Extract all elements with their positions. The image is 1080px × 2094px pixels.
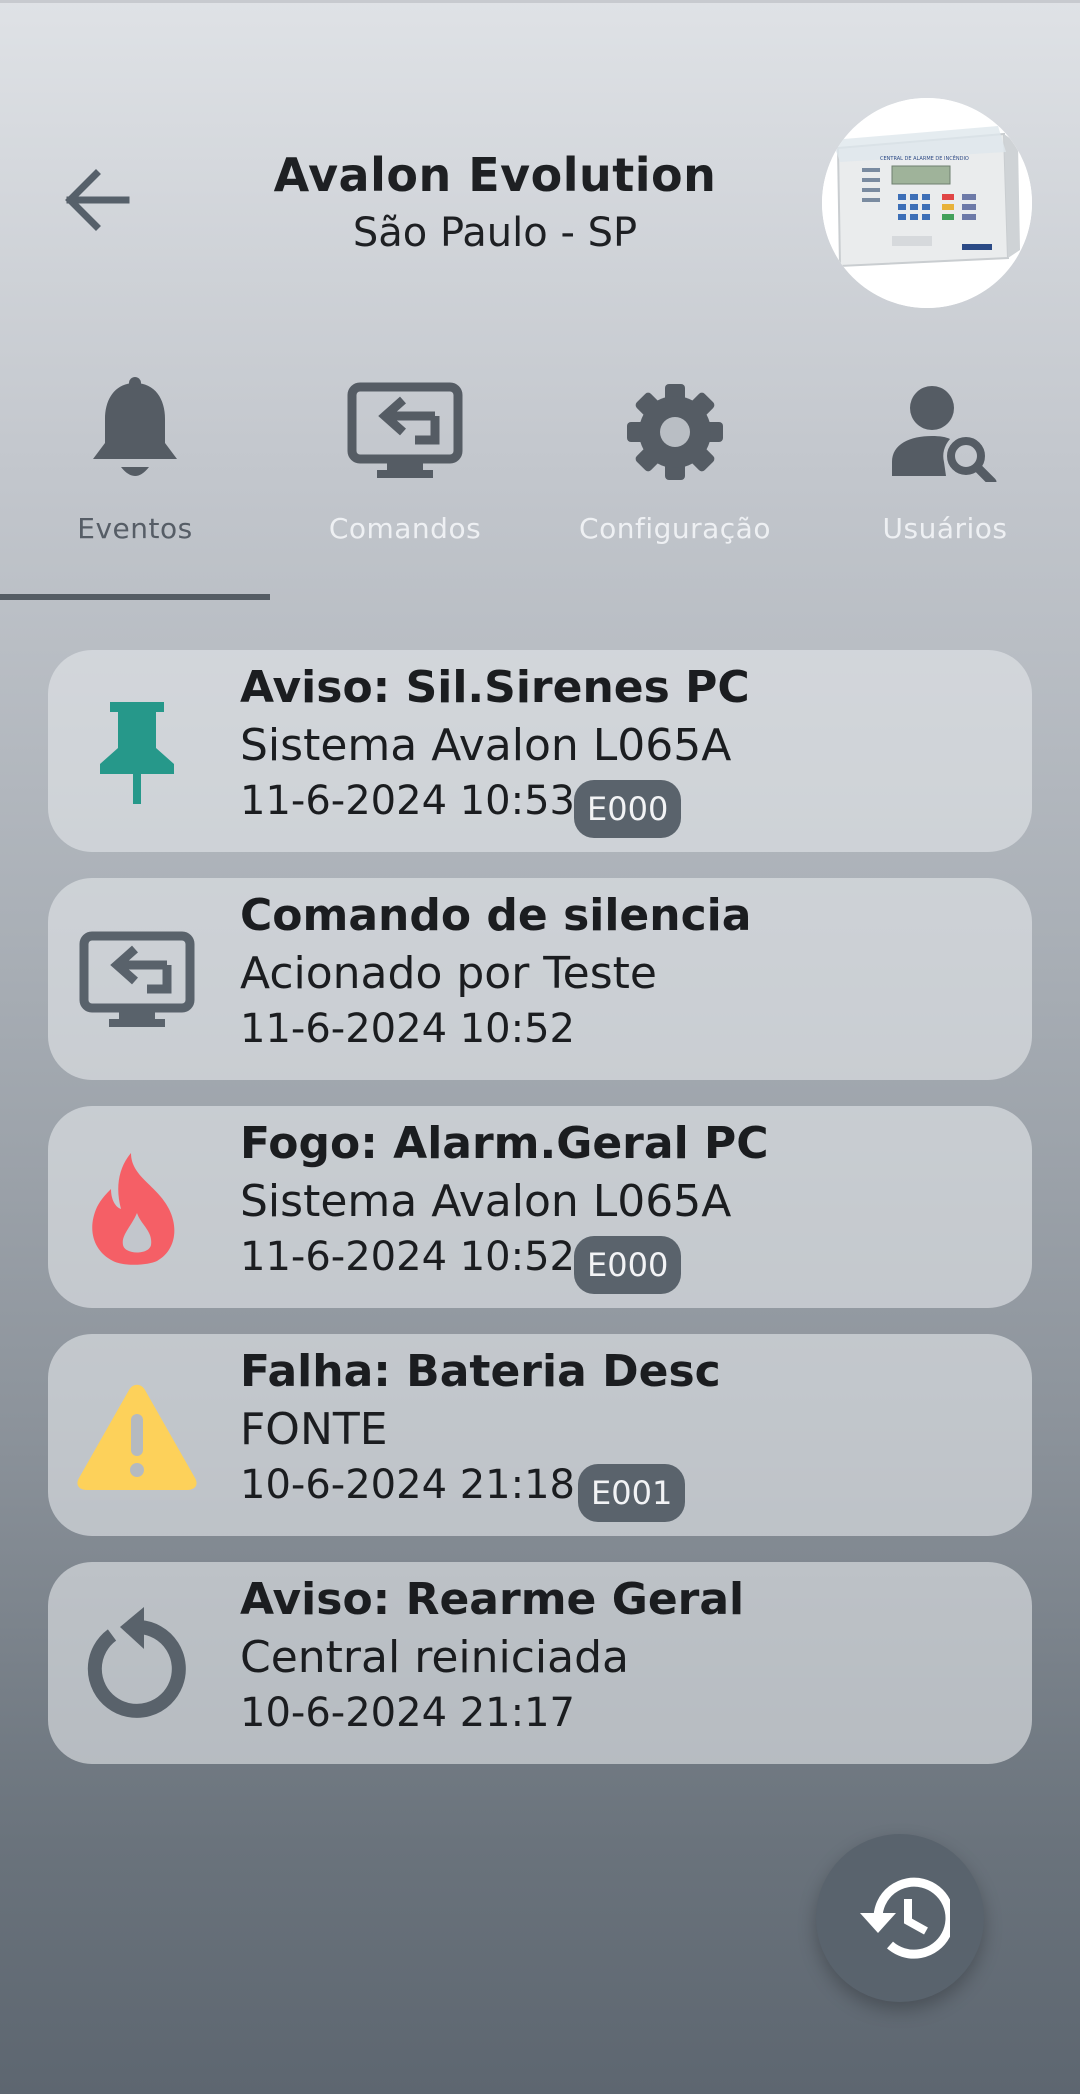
active-tab-indicator bbox=[0, 594, 270, 600]
reset-icon bbox=[87, 1606, 186, 1718]
event-card[interactable]: Falha: Bateria Desc FONTE 10-6-2024 21:1… bbox=[48, 1334, 1032, 1536]
event-title: Aviso: Rearme Geral bbox=[240, 1574, 745, 1625]
pin-icon bbox=[99, 701, 174, 804]
event-card[interactable]: Aviso: Sil.Sirenes PC Sistema Avalon L06… bbox=[48, 650, 1032, 852]
page-title: Avalon Evolution bbox=[273, 148, 717, 202]
monitor-arrow-icon bbox=[79, 931, 194, 1027]
event-source: Sistema Avalon L065A bbox=[240, 720, 732, 771]
history-icon bbox=[860, 1877, 950, 1959]
monitor-arrow-icon bbox=[347, 382, 463, 478]
bell-icon bbox=[93, 377, 177, 476]
event-source: FONTE bbox=[240, 1404, 388, 1455]
tab-eventos[interactable]: Eventos bbox=[0, 372, 270, 572]
event-source: Acionado por Teste bbox=[240, 948, 657, 999]
event-title: Comando de silencia bbox=[240, 890, 752, 941]
event-datetime: 10-6-2024 21:17 bbox=[240, 1690, 575, 1736]
arrow-left-icon bbox=[65, 169, 130, 231]
user-search-icon bbox=[892, 386, 997, 482]
tab-label: Eventos bbox=[77, 512, 193, 545]
tab-comandos[interactable]: Comandos bbox=[270, 372, 540, 572]
status-bar-line bbox=[0, 0, 1080, 3]
device-avatar[interactable]: CENTRAL DE ALARME DE INCÊNDIO bbox=[822, 98, 1032, 308]
fire-alarm-panel-photo: CENTRAL DE ALARME DE INCÊNDIO bbox=[822, 98, 1032, 308]
event-datetime: 11-6-2024 10:52 bbox=[240, 1234, 575, 1280]
panel-caption: CENTRAL DE ALARME DE INCÊNDIO bbox=[880, 154, 969, 162]
warning-icon bbox=[76, 1384, 197, 1490]
event-card[interactable]: Aviso: Rearme Geral Central reiniciada 1… bbox=[48, 1562, 1032, 1764]
back-button[interactable] bbox=[56, 160, 136, 240]
tab-label: Configuração bbox=[579, 512, 771, 545]
event-card[interactable]: Comando de silencia Acionado por Teste 1… bbox=[48, 878, 1032, 1080]
event-title: Aviso: Sil.Sirenes PC bbox=[240, 662, 750, 713]
event-source: Sistema Avalon L065A bbox=[240, 1176, 732, 1227]
event-title: Fogo: Alarm.Geral PC bbox=[240, 1118, 769, 1169]
event-code-badge: E000 bbox=[574, 780, 682, 838]
page-subtitle: São Paulo - SP bbox=[352, 210, 638, 256]
tab-label: Comandos bbox=[328, 512, 482, 545]
tab-configuracao[interactable]: Configuração bbox=[540, 372, 810, 572]
history-button[interactable] bbox=[816, 1834, 984, 2002]
tab-label: Usuários bbox=[882, 512, 1008, 545]
fire-icon bbox=[91, 1152, 174, 1265]
event-code-badge: E000 bbox=[574, 1236, 682, 1294]
event-source: Central reiniciada bbox=[240, 1632, 629, 1683]
gear-icon bbox=[627, 384, 723, 480]
tab-usuarios[interactable]: Usuários bbox=[810, 372, 1080, 572]
event-card[interactable]: Fogo: Alarm.Geral PC Sistema Avalon L065… bbox=[48, 1106, 1032, 1308]
event-datetime: 11-6-2024 10:52 bbox=[240, 1006, 575, 1052]
event-title: Falha: Bateria Desc bbox=[240, 1346, 721, 1397]
event-datetime: 10-6-2024 21:18 bbox=[240, 1462, 575, 1508]
event-datetime: 11-6-2024 10:53 bbox=[240, 778, 575, 824]
event-code-badge: E001 bbox=[578, 1464, 686, 1522]
